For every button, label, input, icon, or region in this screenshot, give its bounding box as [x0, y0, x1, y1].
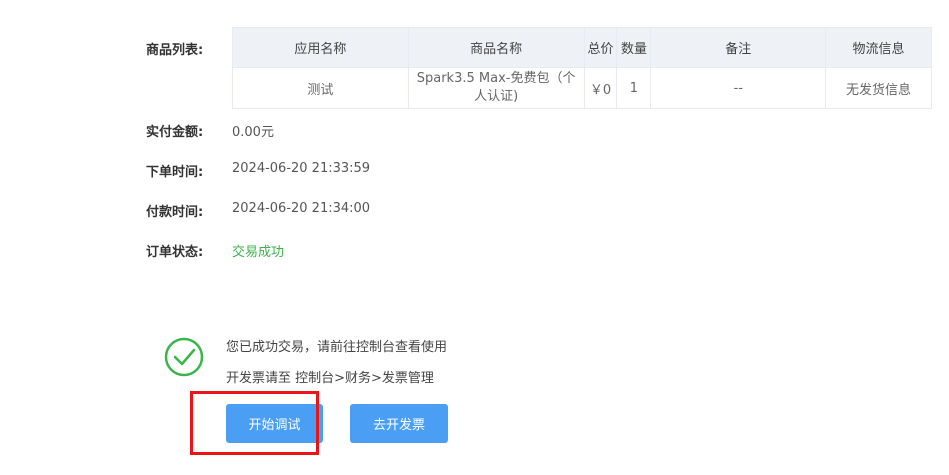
column-quantity: 数量 — [616, 27, 652, 68]
issue-invoice-button[interactable]: 去开发票 — [350, 404, 448, 443]
product-list-label: 商品列表: — [146, 43, 204, 58]
table-header-row: 应用名称 商品名称 总价 数量 备注 物流信息 — [232, 27, 932, 68]
order-status-value: 交易成功 — [232, 245, 285, 260]
column-product-name: 商品名称 — [407, 27, 585, 68]
cell-app-name: 测试 — [232, 67, 409, 109]
column-remarks: 备注 — [650, 27, 827, 68]
start-debug-button[interactable]: 开始调试 — [226, 404, 323, 443]
column-app-name: 应用名称 — [232, 27, 409, 68]
invoice-hint: 开发票请至 控制台>财务>发票管理 — [226, 371, 434, 386]
paid-amount-value: 0.00元 — [232, 125, 274, 140]
order-status-label: 订单状态: — [146, 245, 204, 260]
order-time-label: 下单时间: — [146, 165, 204, 180]
paid-amount-label: 实付金额: — [146, 125, 204, 140]
payment-time-label: 付款时间: — [146, 205, 204, 220]
column-logistics: 物流信息 — [825, 27, 932, 68]
cell-product-name: Spark3.5 Max-免费包（个人认证) — [407, 67, 585, 109]
order-time-value: 2024-06-20 21:33:59 — [232, 161, 371, 176]
payment-time-value: 2024-06-20 21:34:00 — [232, 201, 371, 216]
success-message: 您已成功交易，请前往控制台查看使用 — [226, 340, 448, 355]
cell-total-price: ￥0 — [583, 67, 618, 109]
check-circle-icon — [164, 337, 204, 377]
table-row: 测试 Spark3.5 Max-免费包（个人认证) ￥0 1 -- 无发货信息 — [232, 67, 932, 109]
cell-quantity: 1 — [616, 67, 652, 109]
column-total-price: 总价 — [583, 27, 618, 68]
cell-remarks: -- — [650, 67, 827, 109]
cell-logistics: 无发货信息 — [825, 67, 932, 109]
products-table: 应用名称 商品名称 总价 数量 备注 物流信息 测试 Spark3.5 Max-… — [232, 27, 932, 109]
